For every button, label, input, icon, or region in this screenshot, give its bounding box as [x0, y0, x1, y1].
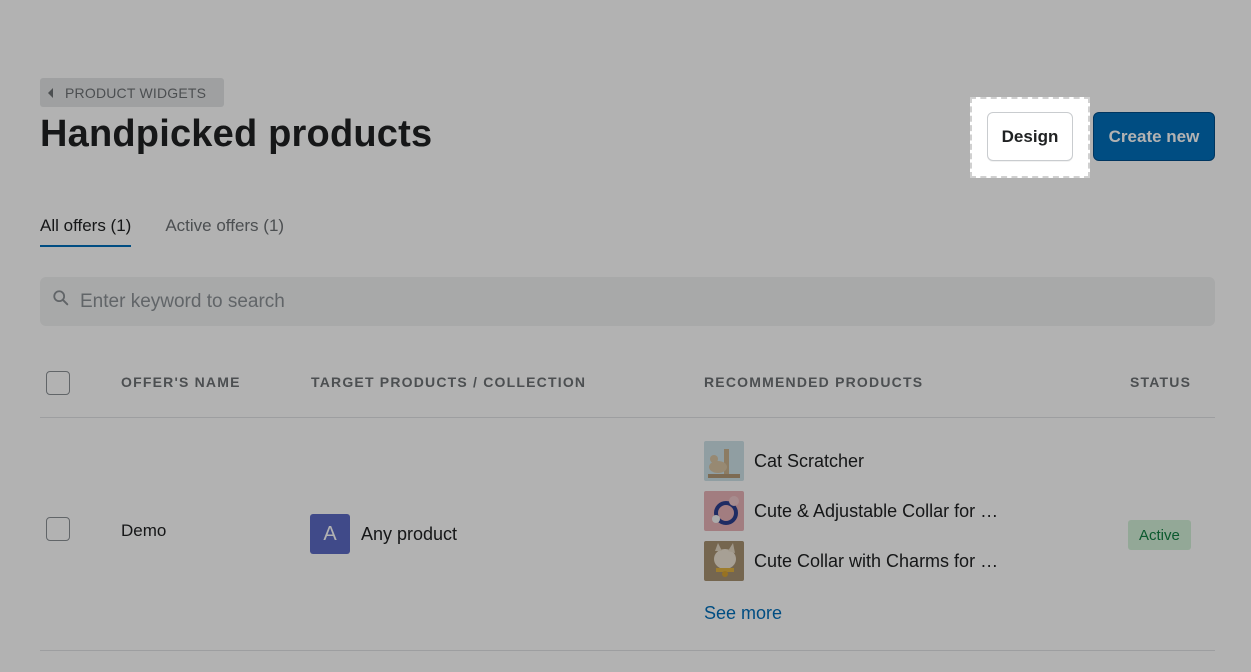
table-row[interactable]: Demo A Any product Cat Scratcher Cute & … [40, 418, 1215, 651]
recommended-products: Cat Scratcher Cute & Adjustable Collar f… [704, 441, 1006, 624]
column-header-target-products[interactable]: TARGET PRODUCTS / COLLECTION [311, 374, 586, 390]
design-button-highlight: Design [970, 97, 1090, 178]
recommended-product-label[interactable]: Cute & Adjustable Collar for C… [754, 501, 1006, 522]
search-icon [53, 289, 69, 305]
search-input[interactable] [78, 289, 1182, 314]
recommended-product: Cat Scratcher [704, 441, 1006, 481]
column-header-status[interactable]: STATUS [1130, 374, 1191, 390]
breadcrumb-back-link[interactable]: PRODUCT WIDGETS [40, 78, 225, 107]
select-all-checkbox[interactable] [46, 371, 70, 395]
target-label: Any product [361, 523, 458, 544]
recommended-product: Cute Collar with Charms for C… [704, 541, 1006, 581]
target-products: A Any product [310, 514, 457, 554]
column-header-recommended-products[interactable]: RECOMMENDED PRODUCTS [704, 374, 923, 390]
product-thumbnail-image [704, 441, 744, 481]
avatar: A [310, 514, 350, 554]
status-badge: Active [1128, 520, 1191, 550]
product-thumbnail-image [704, 491, 744, 531]
offer-name[interactable]: Demo [121, 521, 166, 541]
recommended-product-label[interactable]: Cat Scratcher [754, 451, 864, 472]
tab-all-offers[interactable]: All offers (1) [40, 205, 132, 247]
create-new-button[interactable]: Create new [1093, 112, 1215, 161]
design-button[interactable]: Design [987, 112, 1073, 161]
recommended-product-label[interactable]: Cute Collar with Charms for C… [754, 551, 1006, 572]
breadcrumb-label: PRODUCT WIDGETS [65, 84, 207, 101]
search-bar [40, 277, 1215, 326]
row-checkbox[interactable] [46, 517, 70, 541]
tabs: All offers (1) Active offers (1) [40, 205, 284, 249]
see-more-link[interactable]: See more [704, 603, 782, 624]
tab-active-offers[interactable]: Active offers (1) [165, 205, 284, 247]
product-thumbnail-image [704, 541, 744, 581]
chevron-left-icon [48, 87, 53, 98]
page-title: Handpicked products [40, 113, 433, 155]
table-header: OFFER'S NAME TARGET PRODUCTS / COLLECTIO… [40, 352, 1215, 418]
recommended-product: Cute & Adjustable Collar for C… [704, 491, 1006, 531]
column-header-offer-name[interactable]: OFFER'S NAME [121, 374, 241, 390]
